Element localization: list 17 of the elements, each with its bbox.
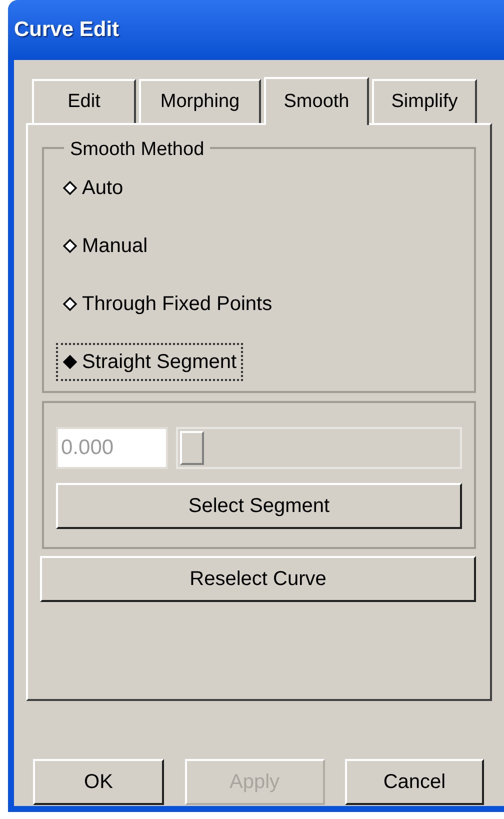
tab[interactable]: Simplify bbox=[372, 79, 477, 123]
tab[interactable]: Edit bbox=[32, 79, 136, 123]
slider-track[interactable] bbox=[176, 427, 462, 469]
hollow-diamond-icon bbox=[62, 238, 78, 254]
tab[interactable]: Morphing bbox=[139, 79, 261, 123]
dialog-button[interactable]: OK bbox=[33, 759, 164, 805]
dialog-button[interactable]: Cancel bbox=[345, 759, 484, 805]
radio-option[interactable]: Auto bbox=[56, 169, 130, 207]
hollow-diamond-icon bbox=[62, 296, 78, 312]
filled-diamond-icon bbox=[62, 354, 78, 370]
hollow-diamond-icon bbox=[62, 180, 78, 196]
tab[interactable]: Smooth bbox=[264, 77, 369, 125]
radio-option[interactable]: Through Fixed Points bbox=[56, 285, 278, 323]
radio-option[interactable]: Straight Segment bbox=[56, 343, 243, 381]
radio-option[interactable]: Manual bbox=[56, 227, 154, 265]
window-title: Curve Edit bbox=[14, 17, 120, 44]
reselect-curve-button[interactable]: Reselect Curve bbox=[40, 556, 476, 602]
